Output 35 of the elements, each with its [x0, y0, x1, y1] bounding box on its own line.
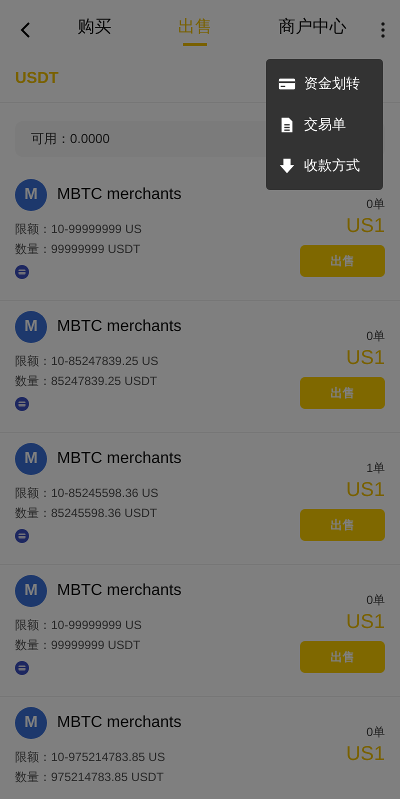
- avatar: M: [15, 707, 47, 739]
- price: US1: [346, 214, 385, 239]
- tab[interactable]: 商户中心: [276, 11, 349, 49]
- avatar: M: [15, 311, 47, 343]
- avatar: M: [15, 179, 47, 211]
- merchant-name: MBTC merchants: [57, 714, 182, 732]
- quantity-text: 数量：99999999 USDT: [15, 241, 142, 258]
- avatar: M: [15, 443, 47, 475]
- download-icon: [278, 156, 296, 174]
- price: US1: [346, 742, 385, 767]
- quantity-text: 数量：975214783.85 USDT: [15, 769, 165, 786]
- price: US1: [346, 610, 385, 635]
- price: US1: [346, 346, 385, 371]
- merchant-name: MBTC merchants: [57, 186, 182, 204]
- limit-text: 限额：10-975214783.85 US: [15, 749, 166, 766]
- more-menu-icon[interactable]: [380, 21, 386, 39]
- merchant-name: MBTC merchants: [57, 318, 182, 336]
- order-count: 0单: [366, 725, 385, 739]
- quantity-text: 数量：85247839.25 USDT: [15, 373, 158, 390]
- quantity-text: 数量：99999999 USDT: [15, 637, 142, 654]
- quantity-text: 数量：85245598.36 USDT: [15, 505, 158, 522]
- price: US1: [346, 478, 385, 503]
- merchant-name: MBTC merchants: [57, 450, 182, 468]
- limit-text: 限额：10-99999999 US: [15, 221, 142, 238]
- order-count: 1单: [366, 461, 385, 475]
- menu-item[interactable]: 资金划转: [266, 64, 383, 102]
- merchant-name: MBTC merchants: [57, 582, 182, 600]
- avatar: M: [15, 575, 47, 607]
- order-count: 0单: [366, 593, 385, 607]
- limit-text: 限额：10-99999999 US: [15, 617, 142, 634]
- order-count: 0单: [366, 329, 385, 343]
- limit-text: 限额：10-85247839.25 US: [15, 353, 158, 370]
- limit-text: 限额：10-85245598.36 US: [15, 485, 158, 502]
- tab[interactable]: 购买: [75, 11, 114, 49]
- order-count: 0单: [366, 197, 385, 211]
